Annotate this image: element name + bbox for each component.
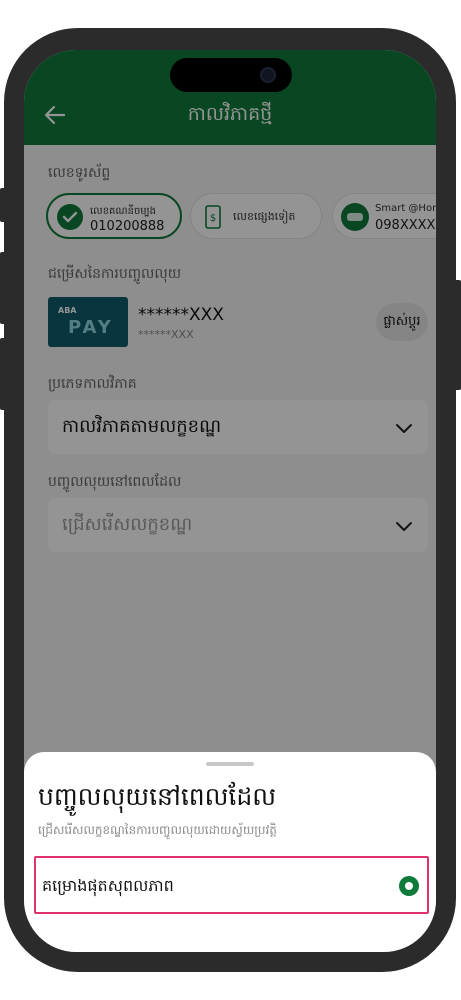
app-screen: កាលវិភាគថ្មី លេខទូរស័ព្ទ លេខគណនីចម្បង 01… (24, 50, 436, 952)
option-plan-expiry[interactable]: គម្រោងផុតសុពលភាព (34, 856, 429, 914)
phone-side-button (455, 280, 461, 390)
radio-selected-icon[interactable] (399, 876, 419, 896)
option-label: គម្រោងផុតសុពលភាព (42, 876, 174, 895)
sheet-drag-handle[interactable] (206, 762, 254, 766)
phone-side-button (0, 338, 6, 410)
bottom-sheet: បញ្ចូលលុយនៅពេលដែល ជ្រើសរើសលក្ខខណ្ឌនៃការប… (24, 752, 436, 952)
phone-side-button (0, 188, 6, 222)
sheet-title: បញ្ចូលលុយនៅពេលដែល (38, 782, 277, 811)
sheet-subtitle: ជ្រើសរើសលក្ខខណ្ឌនៃការបញ្ចូលលុយដោយស្វ័យប្… (38, 823, 277, 837)
phone-side-button (0, 252, 6, 324)
